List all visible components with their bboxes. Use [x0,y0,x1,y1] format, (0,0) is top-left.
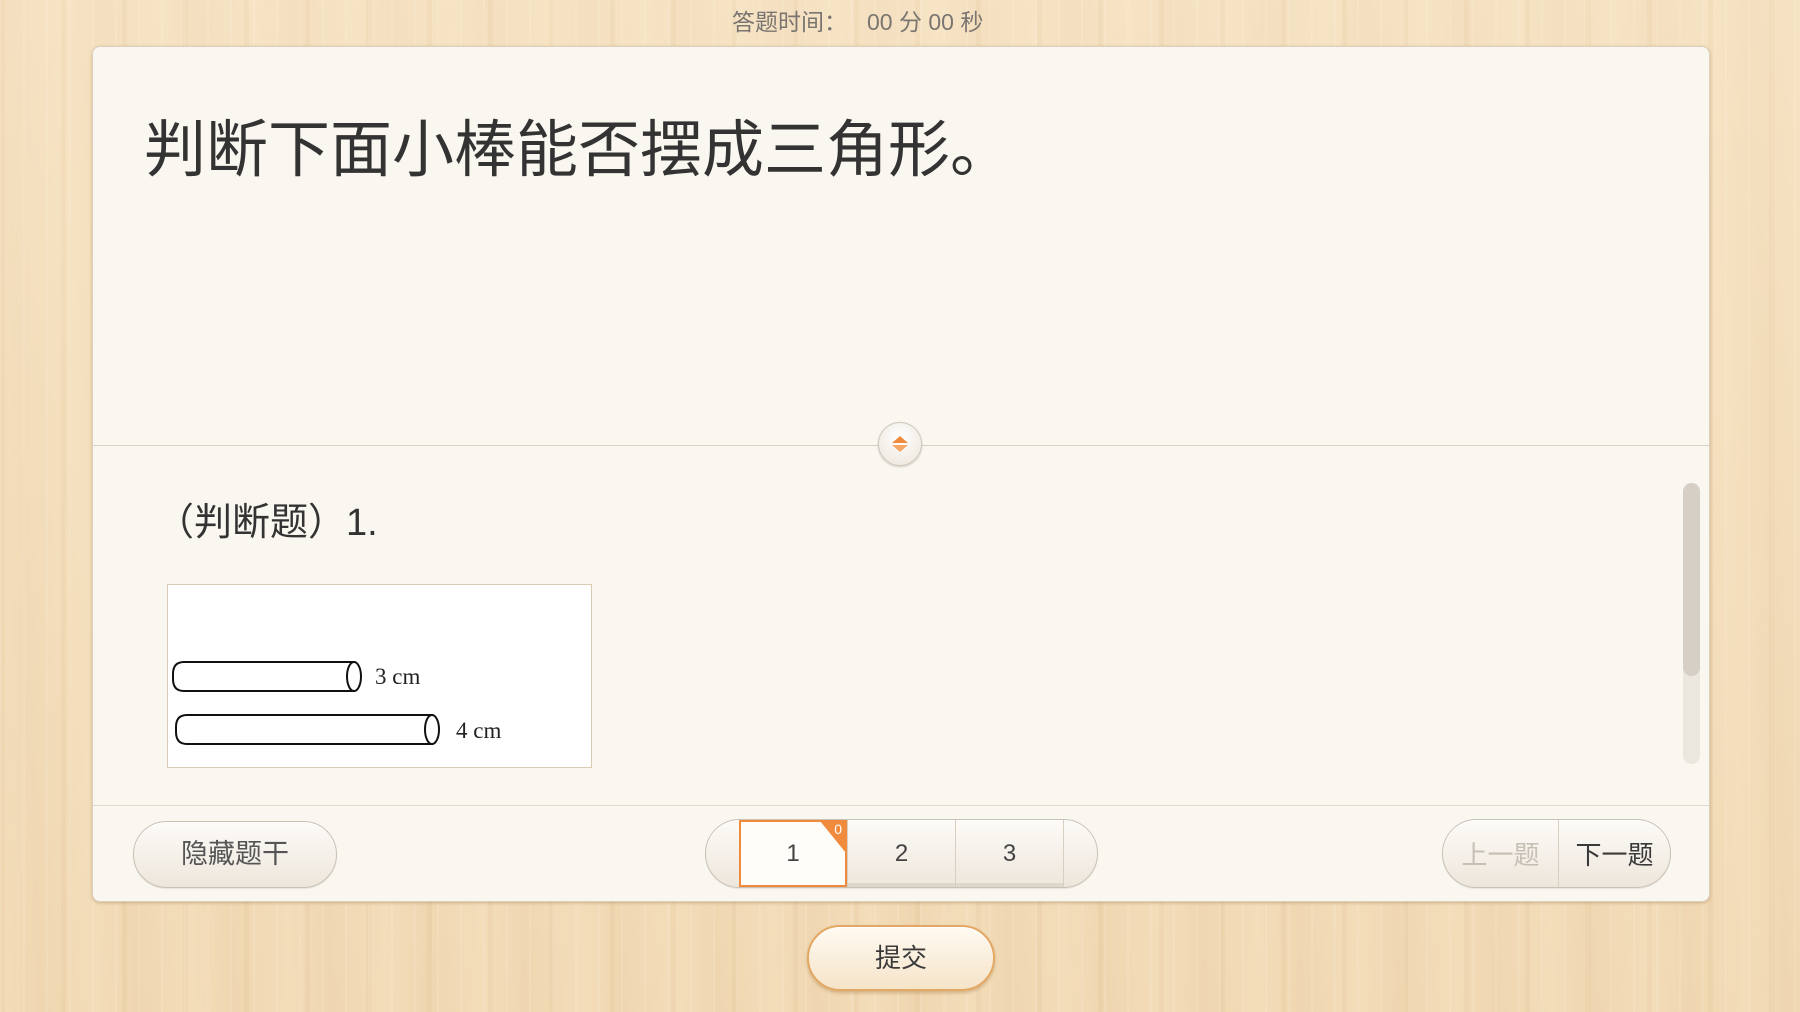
sticks-figure: 3 cm 4 cm [172,661,501,745]
question-card: 判断下面小棒能否摆成三角形。 （判断题）1. 3 cm 4 cm 隐藏题干 1 … [92,46,1710,902]
timer-value: 00 分 00 秒 [867,9,984,35]
page-button-1[interactable]: 1 0 [739,820,847,887]
question-subtitle: （判断题）1. [156,502,378,544]
next-question-button[interactable]: 下一题 [1559,820,1670,887]
scrollbar-track[interactable] [1683,483,1700,764]
footer-divider [93,805,1709,806]
stick-4cm [175,714,440,745]
stick-label-4cm: 4 cm [456,718,501,743]
stick-label-3cm: 3 cm [375,664,420,689]
page-button-3[interactable]: 3 [955,820,1063,887]
answer-timer: 答题时间： 00 分 00 秒 [732,7,983,37]
submit-button[interactable]: 提交 [807,925,995,991]
prev-question-button[interactable]: 上一题 [1443,820,1559,887]
stem-resize-toggle[interactable] [878,422,922,466]
page-button-2[interactable]: 2 [847,820,955,887]
question-figure: 3 cm 4 cm [167,584,592,768]
page-label: 2 [894,839,909,867]
up-down-arrow-icon [892,436,908,452]
scrollbar-thumb[interactable] [1683,483,1700,676]
page-label: 3 [1002,839,1017,867]
stick-3cm [172,661,362,692]
question-navigation: 上一题 下一题 [1442,819,1671,888]
question-pager: 1 0 2 3 [705,819,1098,888]
pager-scroll-left[interactable] [706,820,739,887]
hide-stem-button[interactable]: 隐藏题干 [133,821,337,888]
page-label: 1 [786,839,800,867]
timer-label: 答题时间： [732,9,847,35]
pager-scroll-right[interactable] [1063,820,1097,887]
question-stem: 判断下面小棒能否摆成三角形。 [144,116,1013,185]
page-badge: 0 [820,821,846,853]
